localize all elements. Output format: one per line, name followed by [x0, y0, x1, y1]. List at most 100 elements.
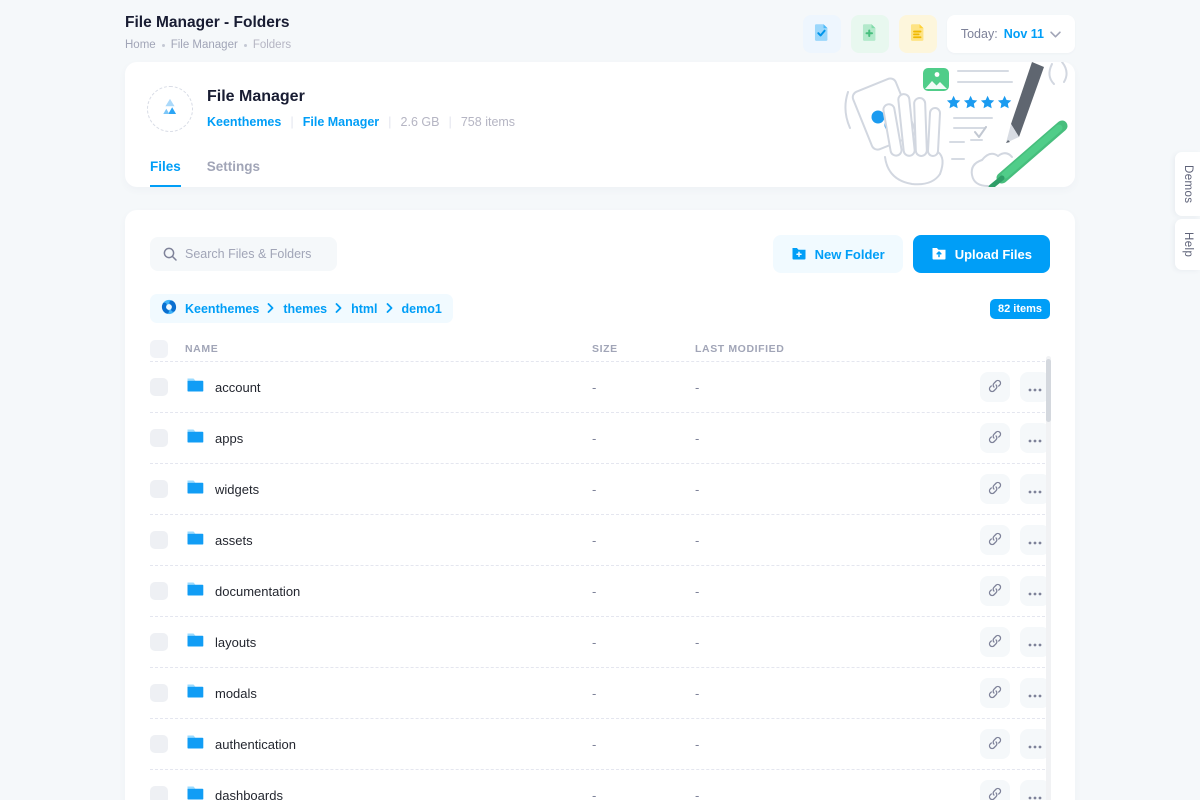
upload-files-label: Upload Files [955, 247, 1032, 262]
upload-files-button[interactable]: Upload Files [913, 235, 1050, 273]
link-icon [988, 379, 1002, 396]
chevron-right-icon [386, 302, 394, 316]
new-folder-button[interactable]: New Folder [773, 235, 903, 273]
row-actions [976, 627, 1050, 657]
row-checkbox[interactable] [150, 735, 168, 753]
copy-link-button[interactable] [980, 780, 1010, 800]
name-cell: widgets [185, 477, 592, 502]
ellipsis-icon [1028, 380, 1042, 395]
copy-link-button[interactable] [980, 372, 1010, 402]
table-row: widgets - - [150, 464, 1050, 515]
file-lines-button[interactable] [899, 15, 937, 53]
search-input[interactable] [150, 237, 337, 271]
folder-name-link[interactable]: authentication [215, 737, 296, 752]
copy-link-button[interactable] [980, 423, 1010, 453]
folder-name-link[interactable]: documentation [215, 584, 300, 599]
folder-name-link[interactable]: widgets [215, 482, 259, 497]
row-checkbox[interactable] [150, 531, 168, 549]
file-table-body: account - - apps - - [150, 362, 1050, 800]
folder-name-link[interactable]: layouts [215, 635, 256, 650]
row-actions [976, 729, 1050, 759]
file-check-icon [812, 23, 831, 45]
table-row: apps - - [150, 413, 1050, 464]
table-header-row: NAME SIZE LAST MODIFIED [150, 336, 1050, 362]
tab-settings[interactable]: Settings [207, 159, 260, 187]
card-toolbar: New Folder Upload Files [150, 235, 1050, 273]
path-segment-themes[interactable]: themes [283, 302, 327, 316]
ellipsis-icon [1028, 431, 1042, 446]
path-segment-keenthemes[interactable]: Keenthemes [185, 302, 259, 316]
path-segment-html[interactable]: html [351, 302, 377, 316]
path-segment-demo1[interactable]: demo1 [402, 302, 442, 316]
copy-link-button[interactable] [980, 525, 1010, 555]
page-title-block: File Manager - Folders Home File Manager… [125, 14, 291, 51]
row-checkbox[interactable] [150, 582, 168, 600]
folder-name-link[interactable]: dashboards [215, 788, 283, 800]
folder-name-link[interactable]: apps [215, 431, 243, 446]
toolbar-buttons: New Folder Upload Files [773, 235, 1050, 273]
column-header-name: NAME [185, 343, 592, 355]
table-row: documentation - - [150, 566, 1050, 617]
app-header-card: File Manager Keenthemes | File Manager |… [125, 62, 1075, 187]
date-picker-button[interactable]: Today: Nov 11 [947, 15, 1075, 53]
row-checkbox[interactable] [150, 633, 168, 651]
size-cell: - [592, 737, 695, 752]
tab-files[interactable]: Files [150, 159, 181, 187]
ellipsis-icon [1028, 686, 1042, 701]
app-title: File Manager [207, 88, 515, 106]
folder-icon [185, 579, 205, 604]
file-plus-icon [860, 23, 879, 45]
file-check-button[interactable] [803, 15, 841, 53]
ellipsis-icon [1028, 584, 1042, 599]
file-plus-button[interactable] [851, 15, 889, 53]
keenthemes-link[interactable]: Keenthemes [207, 115, 281, 129]
folder-icon [185, 375, 205, 400]
scrollbar-thumb[interactable] [1046, 359, 1051, 422]
table-row: modals - - [150, 668, 1050, 719]
table-row: dashboards - - [150, 770, 1050, 800]
side-tab-help[interactable]: Help [1175, 219, 1200, 270]
size-cell: - [592, 380, 695, 395]
name-cell: apps [185, 426, 592, 451]
scrollbar-track[interactable] [1046, 356, 1051, 800]
modified-cell: - [695, 737, 976, 752]
row-actions [976, 678, 1050, 708]
size-cell: - [592, 686, 695, 701]
copy-link-button[interactable] [980, 627, 1010, 657]
copy-link-button[interactable] [980, 678, 1010, 708]
meta-separator: | [388, 114, 391, 129]
modified-cell: - [695, 380, 976, 395]
side-tab-demos[interactable]: Demos [1175, 152, 1200, 216]
select-all-checkbox[interactable] [150, 340, 168, 358]
size-cell: - [592, 788, 695, 800]
modified-cell: - [695, 482, 976, 497]
copy-link-button[interactable] [980, 576, 1010, 606]
breadcrumb-separator [244, 44, 247, 47]
copy-link-button[interactable] [980, 474, 1010, 504]
today-value: Nov 11 [1004, 27, 1044, 41]
modified-cell: - [695, 635, 976, 650]
today-label: Today: [961, 27, 998, 41]
folder-icon [185, 477, 205, 502]
file-lines-icon [908, 23, 927, 45]
breadcrumb-separator [162, 44, 165, 47]
name-cell: documentation [185, 579, 592, 604]
row-checkbox[interactable] [150, 429, 168, 447]
breadcrumb: Home File Manager Folders [125, 39, 291, 51]
folder-icon [185, 426, 205, 451]
table-row: assets - - [150, 515, 1050, 566]
folder-name-link[interactable]: assets [215, 533, 253, 548]
file-manager-link[interactable]: File Manager [303, 115, 379, 129]
modified-cell: - [695, 788, 976, 800]
row-checkbox[interactable] [150, 786, 168, 800]
breadcrumb-home[interactable]: Home [125, 39, 156, 51]
row-checkbox[interactable] [150, 684, 168, 702]
row-actions [976, 423, 1050, 453]
breadcrumb-file-manager[interactable]: File Manager [171, 39, 238, 51]
size-cell: - [592, 431, 695, 446]
folder-name-link[interactable]: modals [215, 686, 257, 701]
copy-link-button[interactable] [980, 729, 1010, 759]
row-checkbox[interactable] [150, 378, 168, 396]
row-checkbox[interactable] [150, 480, 168, 498]
folder-name-link[interactable]: account [215, 380, 261, 395]
